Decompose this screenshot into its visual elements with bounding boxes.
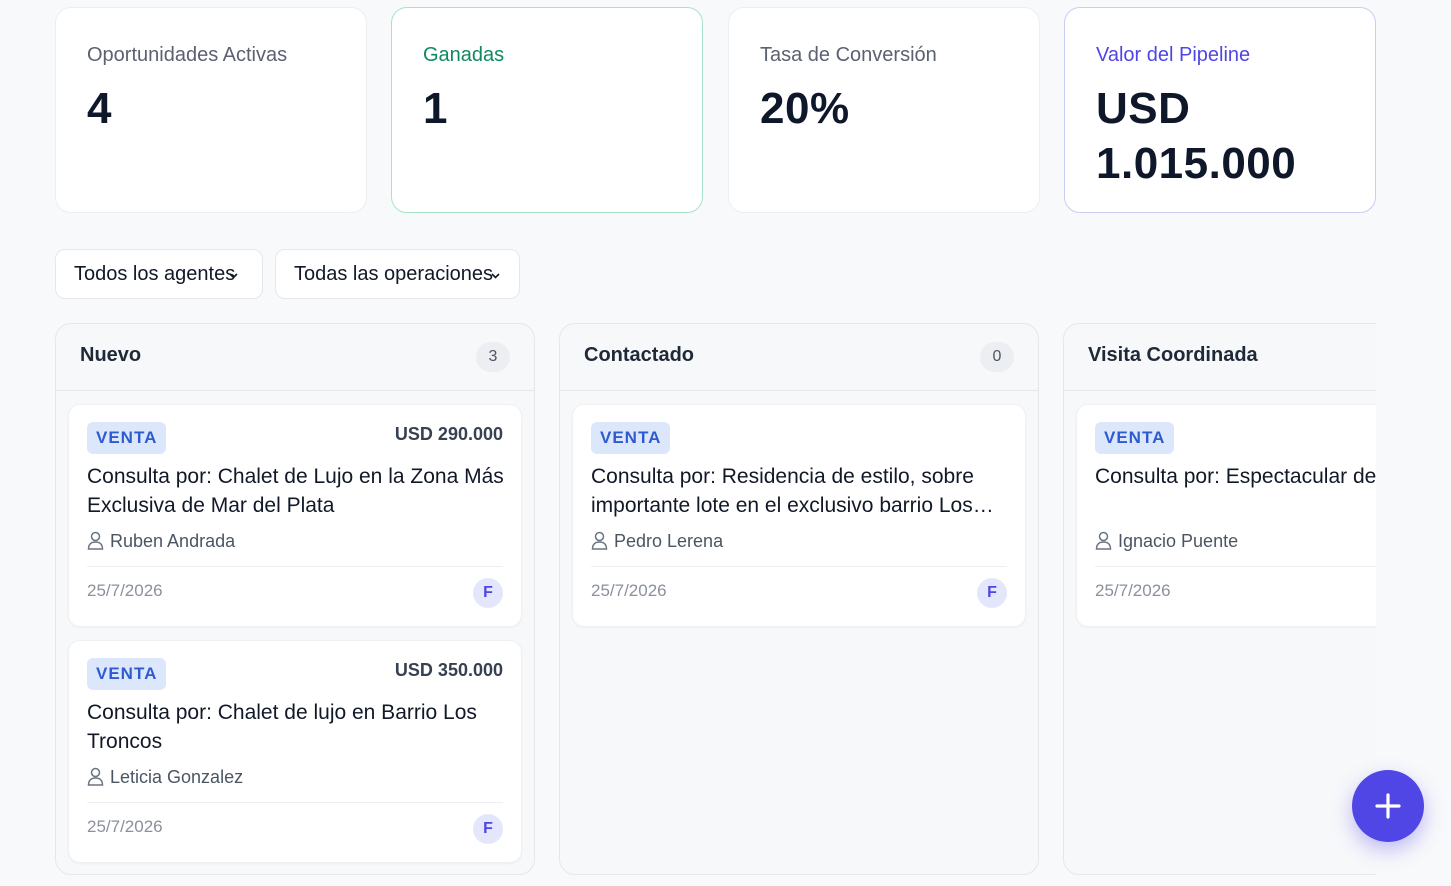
stats-row: Oportunidades Activas 4 Ganadas 1 Tasa d… [55,7,1376,213]
card-divider [87,566,503,567]
agent-filter-value: Todos los agentes [74,263,236,285]
operation-type-badge: VENTA [87,658,167,690]
column-title: Nuevo [80,344,142,366]
card-agent-name: Pedro Lerena [614,531,724,551]
column-count-badge: 3 [476,342,510,372]
opportunity-card[interactable]: VENTA Consulta por: Espectacular de en P… [1076,404,1376,627]
card-agent: Ignacio Puente [1095,529,1238,556]
card-title: Consulta por: Chalet de Lujo en la Zona … [87,465,504,517]
chevron-down-icon [228,250,239,318]
plus-icon [1375,793,1401,819]
stat-value: 1 [423,84,448,133]
opportunity-card[interactable]: VENTA USD 290.000 Consulta por: Chalet d… [68,404,522,627]
column-count-badge: 0 [980,342,1014,372]
card-title: Consulta por: Espectacular de en Playa C… [1095,465,1376,488]
card-agent: Ruben Andrada [87,529,235,556]
operation-filter-value: Todas las operaciones [294,263,494,285]
stat-label: Oportunidades Activas [87,44,288,66]
stat-card-active-opportunities: Oportunidades Activas 4 [55,7,367,213]
card-date: 25/7/2026 [591,581,667,600]
column-header: Contactado 0 [560,324,1038,391]
avatar: F [977,578,1007,608]
card-agent-name: Leticia Gonzalez [110,767,244,787]
card-date: 25/7/2026 [1095,581,1171,600]
user-icon [87,767,104,792]
column-header: Nuevo 3 [56,324,534,391]
column-title: Contactado [584,344,694,366]
stat-label: Tasa de Conversión [760,44,937,66]
card-date: 25/7/2026 [87,817,163,836]
card-agent-name: Ignacio Puente [1118,531,1239,551]
stat-value: USD 1.015.000 [1096,84,1297,188]
stat-card-conversion-rate: Tasa de Conversión 20% [728,7,1040,213]
card-agent: Pedro Lerena [591,529,723,556]
avatar: F [473,578,503,608]
column-title: Visita Coordinada [1088,344,1258,366]
add-opportunity-button[interactable] [1352,770,1424,842]
card-divider [591,566,1007,567]
user-icon [87,531,104,556]
card-divider [1095,566,1376,567]
operation-type-badge: VENTA [87,422,167,454]
user-icon [1095,531,1112,556]
stat-label: Ganadas [423,44,505,66]
column-nuevo: Nuevo 3 VENTA USD 290.000 Consulta por: … [55,323,535,875]
card-title: Consulta por: Residencia de estilo, sobr… [591,465,994,517]
card-price: USD 290.000 [394,424,503,444]
column-contactado: Contactado 0 VENTA Consulta por: Residen… [559,323,1039,875]
card-agent-name: Ruben Andrada [110,531,236,551]
opportunity-card[interactable]: VENTA Consulta por: Residencia de estilo… [572,404,1026,627]
card-title: Consulta por: Chalet de lujo en Barrio L… [87,701,477,753]
stat-value: 20% [760,84,850,133]
stat-card-won: Ganadas 1 [391,7,703,213]
kanban-board: Nuevo 3 VENTA USD 290.000 Consulta por: … [55,323,1376,886]
operation-filter-select[interactable]: Todas las operaciones [275,249,520,299]
column-visita-coordinada: Visita Coordinada VENTA Consulta por: Es… [1063,323,1376,875]
card-price: USD 350.000 [394,660,503,680]
avatar: F [473,814,503,844]
card-date: 25/7/2026 [87,581,163,600]
stat-card-pipeline-value: Valor del Pipeline USD 1.015.000 [1064,7,1376,213]
card-divider [87,802,503,803]
stat-value: 4 [87,84,112,133]
card-agent: Leticia Gonzalez [87,765,243,792]
user-icon [591,531,608,556]
chevron-down-icon [490,250,501,318]
stat-label: Valor del Pipeline [1096,44,1251,66]
agent-filter-select[interactable]: Todos los agentes [55,249,263,299]
opportunity-card[interactable]: VENTA USD 350.000 Consulta por: Chalet d… [68,640,522,863]
operation-type-badge: VENTA [591,422,671,454]
operation-type-badge: VENTA [1095,422,1175,454]
column-header: Visita Coordinada [1064,324,1376,391]
